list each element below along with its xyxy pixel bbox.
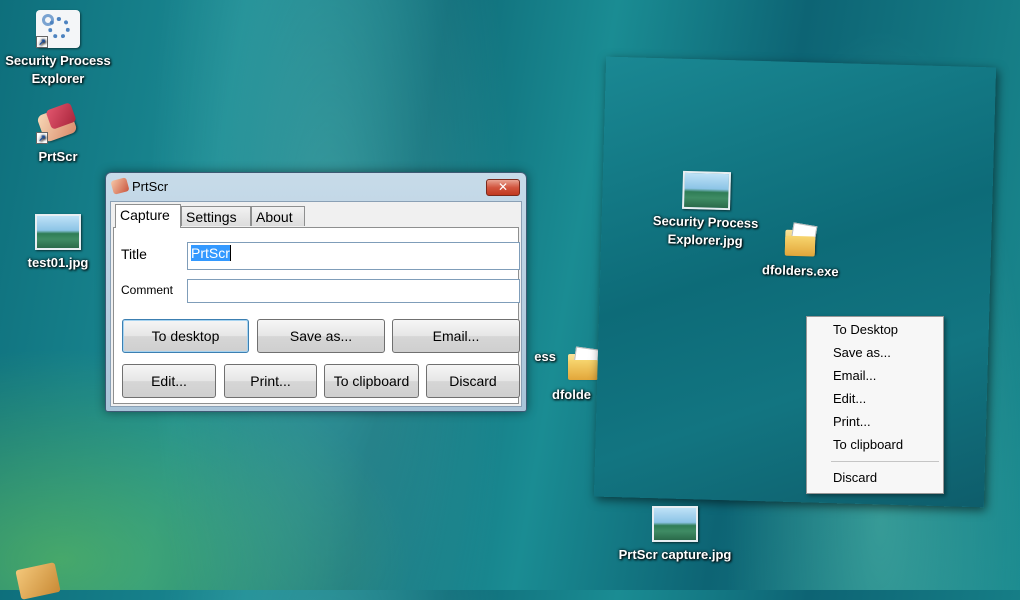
preview-icon-dfolders[interactable]: dfolders.exe bbox=[750, 221, 852, 282]
discard-button[interactable]: Discard bbox=[426, 364, 520, 398]
save-as-button[interactable]: Save as... bbox=[257, 319, 385, 353]
preview-icon-security-process-explorer[interactable]: Security Process Explorer.jpg bbox=[645, 170, 767, 251]
print-button[interactable]: Print... bbox=[224, 364, 317, 398]
title-label: Title bbox=[121, 246, 147, 262]
folder-exe-icon bbox=[783, 222, 820, 259]
prtscr-app-icon bbox=[110, 177, 130, 195]
edit-button[interactable]: Edit... bbox=[122, 364, 216, 398]
dialog-titlebar[interactable]: PrtScr ✕ bbox=[106, 173, 526, 201]
image-file-icon bbox=[35, 214, 81, 250]
menu-item-edit[interactable]: Edit... bbox=[833, 391, 866, 406]
dialog-title: PrtScr bbox=[132, 179, 169, 194]
desktop-icon-test01[interactable]: test01.jpg bbox=[0, 214, 118, 272]
capture-panel: Title PrtScr Comment To desktop Save as.… bbox=[113, 227, 520, 404]
desktop-icon-label: PrtScr bbox=[38, 149, 78, 164]
to-desktop-button[interactable]: To desktop bbox=[122, 319, 249, 353]
to-clipboard-button[interactable]: To clipboard bbox=[324, 364, 419, 398]
image-file-icon bbox=[652, 506, 698, 542]
context-menu: To Desktop Save as... Email... Edit... P… bbox=[806, 316, 944, 494]
desktop-icon-label-line2: Explorer.jpg bbox=[667, 231, 743, 249]
desktop-icon-label: Security Process bbox=[5, 53, 111, 68]
box-icon bbox=[15, 562, 61, 600]
tab-about[interactable]: About bbox=[251, 206, 305, 226]
menu-item-to-desktop[interactable]: To Desktop bbox=[833, 322, 898, 337]
menu-separator bbox=[831, 461, 939, 462]
image-file-icon bbox=[681, 170, 732, 211]
desktop-icon-security-process-explorer[interactable]: ↗ Security Process Explorer bbox=[0, 10, 118, 88]
menu-item-print[interactable]: Print... bbox=[833, 414, 871, 429]
menu-item-discard[interactable]: Discard bbox=[833, 470, 877, 485]
desktop-icon-label: PrtScr capture.jpg bbox=[618, 547, 732, 562]
comment-label: Comment bbox=[121, 283, 174, 297]
email-button[interactable]: Email... bbox=[392, 319, 520, 353]
close-button[interactable]: ✕ bbox=[486, 179, 520, 196]
desktop-icon-label: test01.jpg bbox=[27, 255, 89, 270]
desktop-icon-prtscr[interactable]: ↗ PrtScr bbox=[0, 102, 118, 166]
dialog-client: Capture Settings About Title PrtScr Comm… bbox=[110, 201, 522, 407]
comment-field[interactable] bbox=[187, 279, 520, 303]
desktop-icon-label-line2: Explorer bbox=[31, 71, 85, 86]
title-field-value: PrtScr bbox=[191, 245, 230, 261]
prtscr-app-icon: ↗ bbox=[36, 102, 80, 144]
desktop-icon-label: Security Process bbox=[652, 213, 759, 231]
desktop-icon-label: dfolders.exe bbox=[761, 262, 839, 280]
security-process-explorer-icon: ↗ bbox=[36, 10, 80, 48]
tab-settings[interactable]: Settings bbox=[181, 206, 251, 226]
menu-item-save-as[interactable]: Save as... bbox=[833, 345, 891, 360]
menu-item-email[interactable]: Email... bbox=[833, 368, 876, 383]
tab-capture[interactable]: Capture bbox=[115, 204, 181, 228]
menu-item-to-clipboard[interactable]: To clipboard bbox=[833, 437, 903, 452]
close-icon: ✕ bbox=[497, 180, 509, 194]
desktop-icon-prtscr-capture[interactable]: PrtScr capture.jpg bbox=[615, 506, 735, 564]
prtscr-dialog: PrtScr ✕ Capture Settings About Title Pr… bbox=[105, 172, 527, 412]
title-field[interactable]: PrtScr bbox=[187, 242, 520, 270]
text-cursor bbox=[229, 245, 231, 261]
